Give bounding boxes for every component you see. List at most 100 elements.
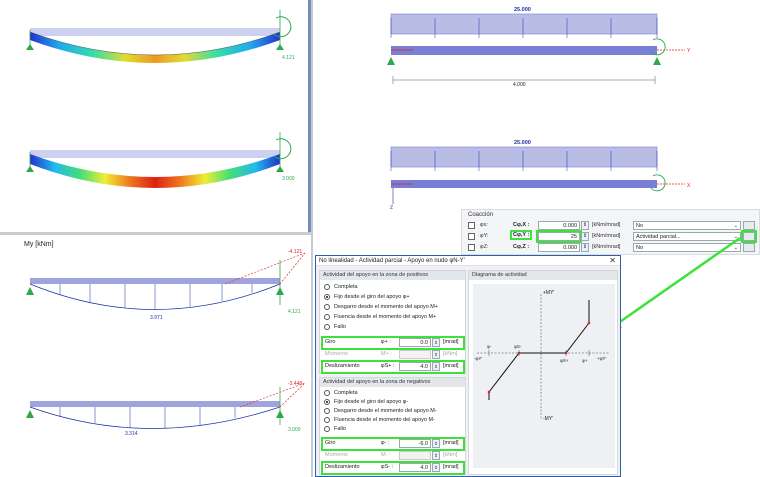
- nonlinearity-select[interactable]: No ⌄: [633, 221, 741, 230]
- axis-label: +MY': [543, 290, 554, 296]
- axis-label: Y: [687, 48, 691, 54]
- support-icon: [26, 166, 34, 172]
- coupling-value-input[interactable]: 0.000: [538, 243, 580, 252]
- coupling-title: Coacción: [468, 212, 494, 218]
- radio-positive-tear[interactable]: Desgarro desde el momento del apoyo M+: [324, 303, 464, 311]
- radio-dot[interactable]: [324, 324, 330, 330]
- support-icon: [26, 44, 34, 50]
- beam: [391, 180, 657, 188]
- negative-zone-group: Actividad del apoyo en la zona de negati…: [319, 377, 466, 475]
- spinner-icon[interactable]: ⇕: [581, 243, 589, 252]
- spinner-icon[interactable]: ⇕: [432, 439, 440, 448]
- negative-moment-field: Momento M- : ⇕ [kNm]: [323, 451, 463, 461]
- activity-diagram-group: Diagrama de actividad +MY' -MY' -φY' +φY…: [468, 270, 618, 475]
- support-icon: [276, 287, 284, 295]
- coupling-value-input[interactable]: 25: [536, 230, 582, 243]
- tick-label: φS+: [560, 358, 569, 363]
- tick-label: φ-: [487, 344, 492, 349]
- moment-value: 3.000: [288, 427, 301, 433]
- distributed-load: [390, 146, 658, 168]
- radio-label: Fallo: [334, 426, 346, 432]
- coupling-value-input[interactable]: 0.000: [538, 221, 580, 230]
- negative-rotation-field: Giro φ- : -6.0 ⇕ [mrad]: [321, 437, 465, 451]
- coupling-checkbox[interactable]: [468, 233, 475, 240]
- field-unit: [mrad]: [443, 440, 459, 446]
- spinner-icon[interactable]: ⇕: [432, 463, 440, 472]
- end-label: 4.121: [282, 55, 295, 61]
- coupling-checkbox[interactable]: [468, 222, 475, 229]
- callout-arrow-icon: [606, 236, 741, 332]
- edit-button[interactable]: [743, 221, 755, 230]
- radio-dot[interactable]: [324, 399, 330, 405]
- group-header: Diagrama de actividad: [469, 271, 617, 280]
- radio-label: Fluencia desde el momento del apoyo M-: [334, 417, 435, 423]
- support-icon: [26, 287, 34, 295]
- field-symbol: M+ :: [381, 351, 392, 357]
- radio-negative-fixed[interactable]: Fijo desde el giro del apoyo φ-: [324, 398, 464, 406]
- radio-label: Fallo: [334, 324, 346, 330]
- coupling-checkbox[interactable]: [468, 244, 475, 251]
- radio-label: Desgarro desde el momento del apoyo M-: [334, 408, 437, 414]
- model-viewport[interactable]: 25.000 Y 4.000 25.000 Z X: [313, 0, 760, 211]
- radio-positive-yield[interactable]: Fluencia desde el momento del apoyo M+: [324, 313, 464, 321]
- axis-label: X: [687, 183, 691, 189]
- radio-dot[interactable]: [324, 426, 330, 432]
- moment-value: 3.971: [150, 315, 163, 321]
- radio-dot[interactable]: [324, 390, 330, 396]
- spinner-icon[interactable]: ⇕: [581, 221, 589, 230]
- field-symbol: φS+ :: [381, 363, 395, 369]
- dialog-title: No linealidad - Actividad parcial - Apoy…: [316, 256, 620, 266]
- coupling-unit: [kNm/mrad]: [592, 222, 621, 228]
- radio-negative-tear[interactable]: Desgarro desde el momento del apoyo M-: [324, 407, 464, 415]
- radio-dot[interactable]: [324, 417, 330, 423]
- beam: [30, 278, 280, 284]
- tick-label: φ+: [582, 358, 588, 363]
- moment-input: [399, 451, 431, 460]
- radio-label: Fijo desde el giro del apoyo φ+: [334, 294, 410, 300]
- axis-label: Z: [390, 205, 393, 209]
- rotation-input[interactable]: -6.0: [399, 439, 431, 448]
- radio-dot[interactable]: [324, 314, 330, 320]
- end-label: 3.000: [282, 176, 295, 182]
- radio-negative-failure[interactable]: Fallo: [324, 425, 464, 433]
- spinner-icon[interactable]: ⇕: [432, 338, 440, 347]
- axis-label: +φY': [597, 356, 607, 361]
- positive-zone-group: Actividad del apoyo en la zona de positi…: [319, 270, 466, 374]
- close-icon[interactable]: ✕: [609, 256, 616, 266]
- positive-rotation-field: Giro φ+ : 0.0 ⇕ [mrad]: [321, 336, 465, 350]
- radio-dot[interactable]: [324, 294, 330, 300]
- support-icon: [26, 410, 34, 418]
- field-label: Deslizamiento: [325, 363, 360, 369]
- radio-dot[interactable]: [324, 284, 330, 290]
- radio-positive-fixed[interactable]: Fijo desde el giro del apoyo φ+: [324, 293, 464, 301]
- radio-negative-yield[interactable]: Fluencia desde el momento del apoyo M-: [324, 416, 464, 424]
- radio-positive-failure[interactable]: Fallo: [324, 323, 464, 331]
- radio-dot[interactable]: [324, 408, 330, 414]
- coupling-label: Cφ,Y :: [509, 230, 533, 240]
- moment-curve: [29, 406, 281, 429]
- activity-diagram: +MY' -MY' -φY' +φY' φ- φS- φS+ φ+: [473, 284, 615, 468]
- radio-dot[interactable]: [324, 304, 330, 310]
- spinner-icon[interactable]: ⇕: [581, 232, 589, 241]
- distributed-load: [390, 13, 658, 35]
- field-label: Momento: [325, 351, 348, 357]
- field-label: Deslizamiento: [325, 464, 360, 470]
- radio-label: Desgarro desde el momento del apoyo M+: [334, 304, 439, 310]
- moment-input: [399, 350, 431, 359]
- negative-slip-field: Deslizamiento φS- : 4.0 ⇕ [mrad]: [321, 461, 465, 475]
- support-icon: [276, 410, 284, 418]
- field-symbol: φS- :: [381, 464, 394, 470]
- spinner-icon[interactable]: ⇕: [432, 362, 440, 371]
- radio-negative-complete[interactable]: Completa: [324, 389, 464, 397]
- radio-positive-complete[interactable]: Completa: [324, 283, 464, 291]
- slip-input[interactable]: 4.0: [399, 463, 431, 472]
- moment-viewport[interactable]: My [kNm] -4.121 4.121 3.971 -3.448 3.000…: [0, 235, 311, 477]
- radio-label: Completa: [334, 284, 358, 290]
- field-symbol: φ+ :: [381, 339, 391, 345]
- left-top-viewport[interactable]: 4.121 3.000: [0, 0, 308, 232]
- span-label: 4.000: [513, 82, 526, 88]
- slip-input[interactable]: 4.0: [399, 362, 431, 371]
- rotation-input[interactable]: 0.0: [399, 338, 431, 347]
- undeformed-beam: [30, 150, 280, 158]
- spinner-icon: ⇕: [432, 451, 440, 460]
